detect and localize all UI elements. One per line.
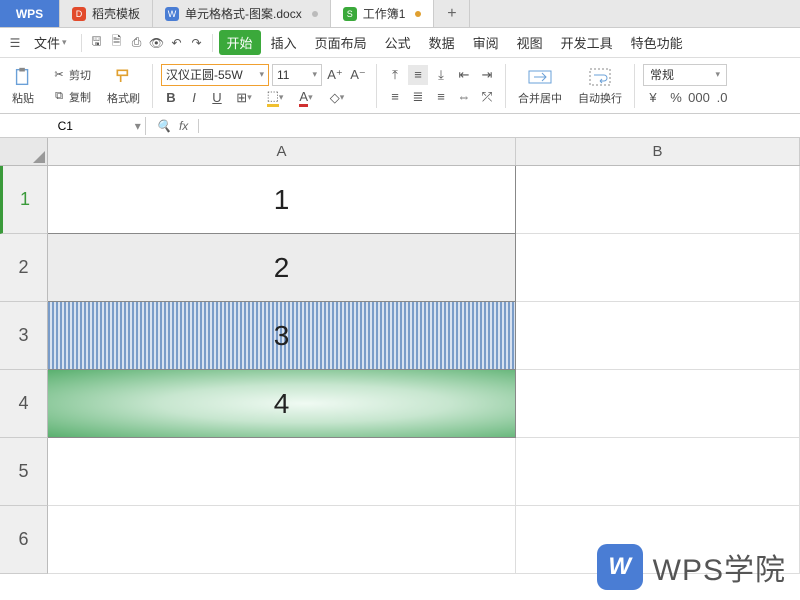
wrap-text-button[interactable]: 自动换行: [574, 64, 626, 108]
saveas-icon[interactable]: 🗎: [108, 34, 126, 52]
underline-icon[interactable]: U: [207, 88, 227, 108]
menu-view[interactable]: 视图: [509, 30, 551, 55]
cell-b4[interactable]: [516, 370, 800, 438]
orientation-icon[interactable]: ⤱: [477, 87, 497, 107]
menu-pagelayout[interactable]: 页面布局: [307, 30, 375, 55]
watermark-text: WPS学院: [653, 545, 786, 589]
align-top-icon[interactable]: ⤒: [385, 65, 405, 85]
copy-icon: ⧉: [52, 90, 66, 104]
chevron-down-icon[interactable]: ▾: [131, 119, 145, 133]
percent-icon[interactable]: %: [666, 88, 686, 108]
menu-start[interactable]: 开始: [219, 30, 261, 55]
spreadsheet-grid: A B 1 1 2 2 3 3 4 4 5 6: [0, 138, 800, 574]
tab-wps[interactable]: WPS: [0, 0, 60, 27]
print-preview-icon[interactable]: 👁: [148, 34, 166, 52]
menu-bar: ☰ 文件▾ 🖫 🗎 ⎙ 👁 ↶ ↷ 开始 插入 页面布局 公式 数据 审阅 视图…: [0, 28, 800, 58]
name-box-input[interactable]: [0, 117, 131, 135]
italic-icon[interactable]: I: [184, 88, 204, 108]
font-color-icon[interactable]: A▾: [292, 88, 320, 108]
tab-document[interactable]: W 单元格格式-图案.docx: [153, 0, 331, 27]
decrease-font-icon[interactable]: A⁻: [348, 65, 368, 85]
col-header-a[interactable]: A: [48, 138, 516, 165]
toolbar: 粘贴 ✂剪切 ⧉复制 格式刷 汉仪正圆-55W▾ 11▾ A⁺ A⁻ B I U…: [0, 58, 800, 114]
formula-bar: ▾ 🔍 fx: [0, 114, 800, 138]
menu-special[interactable]: 特色功能: [623, 30, 691, 55]
row-header-3[interactable]: 3: [0, 302, 48, 370]
menu-data[interactable]: 数据: [421, 30, 463, 55]
bold-icon[interactable]: B: [161, 88, 181, 108]
word-icon: W: [165, 7, 179, 21]
format-painter-button[interactable]: 格式刷: [103, 64, 144, 108]
comma-icon[interactable]: 000: [689, 88, 709, 108]
cell-a3[interactable]: 3: [48, 302, 516, 370]
font-size-select[interactable]: 11▾: [272, 64, 322, 86]
increase-font-icon[interactable]: A⁺: [325, 65, 345, 85]
clear-format-icon[interactable]: ◇▾: [323, 88, 351, 108]
row-header-6[interactable]: 6: [0, 506, 48, 574]
align-left-icon[interactable]: ≡: [385, 87, 405, 107]
row-header-1[interactable]: 1: [0, 166, 48, 234]
indent-decrease-icon[interactable]: ⇤: [454, 65, 474, 85]
menu-file[interactable]: 文件▾: [26, 30, 75, 55]
menu-insert[interactable]: 插入: [263, 30, 305, 55]
fx-icon[interactable]: fx: [179, 119, 188, 133]
row-header-5[interactable]: 5: [0, 438, 48, 506]
indent-increase-icon[interactable]: ⇥: [477, 65, 497, 85]
cell-b1[interactable]: [516, 166, 800, 234]
merge-across-icon[interactable]: ⇔: [454, 87, 474, 107]
menu-formula[interactable]: 公式: [377, 30, 419, 55]
search-icon[interactable]: 🔍: [156, 119, 171, 133]
row-header-4[interactable]: 4: [0, 370, 48, 438]
cell-a1[interactable]: 1: [48, 166, 516, 234]
wrap-icon: [587, 66, 613, 88]
cell-b3[interactable]: [516, 302, 800, 370]
new-tab-button[interactable]: +: [434, 0, 470, 27]
col-header-b[interactable]: B: [516, 138, 800, 165]
cell-a6[interactable]: [48, 506, 516, 574]
cut-button[interactable]: ✂剪切: [48, 65, 95, 85]
menu-review[interactable]: 审阅: [465, 30, 507, 55]
cell-a4[interactable]: 4: [48, 370, 516, 438]
save-icon[interactable]: 🖫: [88, 34, 106, 52]
brush-icon: [111, 66, 137, 88]
name-box[interactable]: ▾: [0, 117, 146, 135]
cell-b2[interactable]: [516, 234, 800, 302]
print-icon[interactable]: ⎙: [128, 34, 146, 52]
tab-docer[interactable]: D 稻壳模板: [60, 0, 153, 27]
number-format-select[interactable]: 常规▾: [643, 64, 727, 86]
wps-logo-icon: W: [597, 544, 643, 590]
hamburger-icon[interactable]: ☰: [6, 34, 24, 52]
merge-icon: [527, 66, 553, 88]
currency-icon[interactable]: ¥: [643, 88, 663, 108]
font-name-select[interactable]: 汉仪正圆-55W▾: [161, 64, 269, 86]
decrease-decimal-icon[interactable]: .0: [712, 88, 732, 108]
redo-icon[interactable]: ↷: [188, 34, 206, 52]
row-header-2[interactable]: 2: [0, 234, 48, 302]
cell-b5[interactable]: [516, 438, 800, 506]
scissors-icon: ✂: [52, 68, 66, 82]
sheet-icon: S: [343, 7, 357, 21]
merge-center-button[interactable]: 合并居中: [514, 64, 566, 108]
align-right-icon[interactable]: ≡: [431, 87, 451, 107]
dirty-dot-icon: [415, 11, 421, 17]
cell-a2[interactable]: 2: [48, 234, 516, 302]
undo-icon[interactable]: ↶: [168, 34, 186, 52]
align-middle-icon[interactable]: ≡: [408, 65, 428, 85]
tab-bar: WPS D 稻壳模板 W 单元格格式-图案.docx S 工作簿1 +: [0, 0, 800, 28]
border-icon[interactable]: ⊞▾: [230, 88, 258, 108]
docer-icon: D: [72, 7, 86, 21]
dirty-dot-icon: [312, 11, 318, 17]
paste-icon: [10, 66, 36, 88]
fill-color-icon[interactable]: ⬚▾: [261, 88, 289, 108]
paste-button[interactable]: 粘贴: [6, 64, 40, 108]
select-all-corner[interactable]: [0, 138, 48, 165]
align-bottom-icon[interactable]: ⤓: [431, 65, 451, 85]
tab-workbook[interactable]: S 工作簿1: [331, 0, 435, 27]
watermark: W WPS学院: [597, 544, 786, 590]
copy-button[interactable]: ⧉复制: [48, 87, 95, 107]
align-center-icon[interactable]: ≣: [408, 87, 428, 107]
cell-a5[interactable]: [48, 438, 516, 506]
menu-dev[interactable]: 开发工具: [553, 30, 621, 55]
